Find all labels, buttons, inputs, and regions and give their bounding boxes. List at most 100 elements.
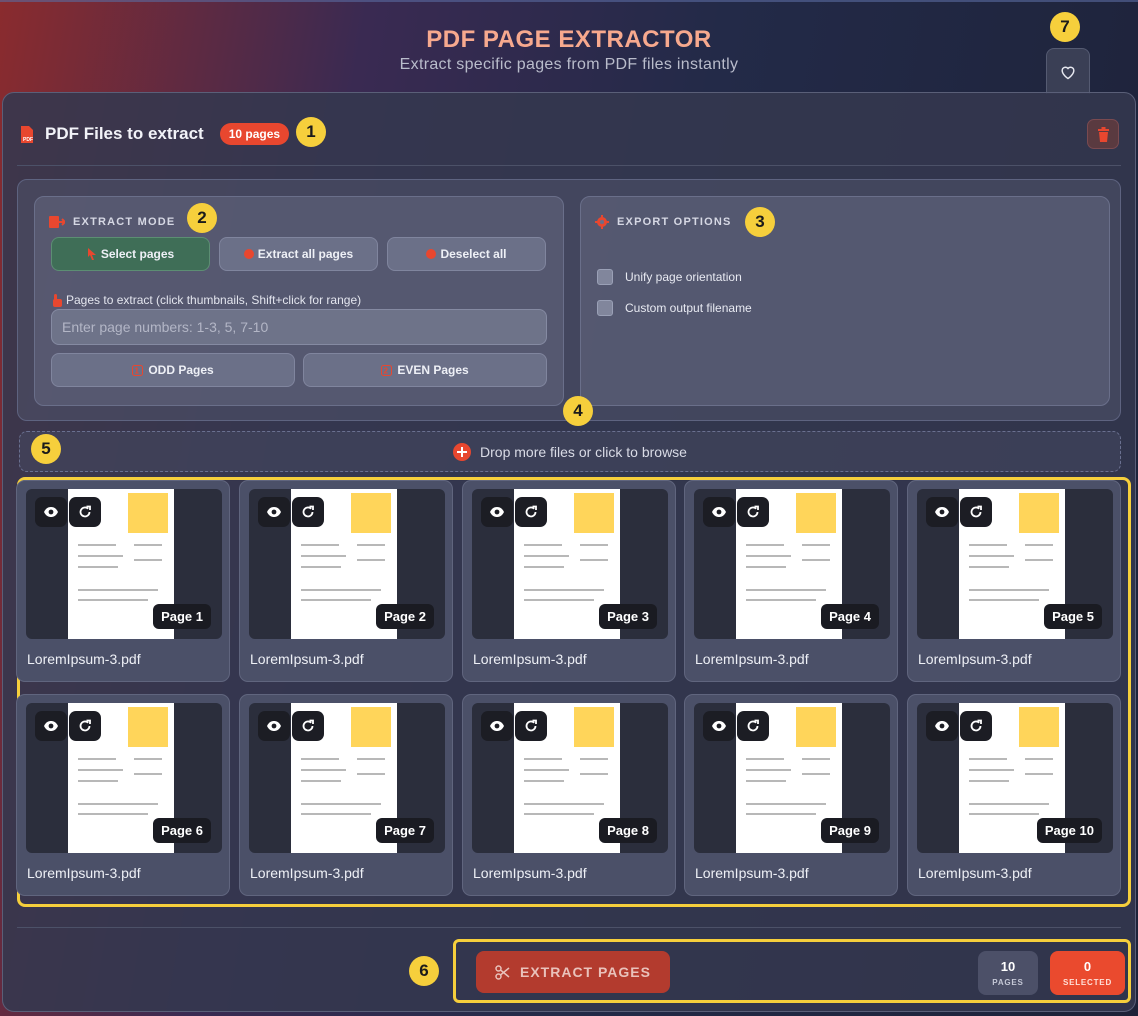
- preview-button[interactable]: [35, 711, 67, 741]
- preview-button[interactable]: [35, 497, 67, 527]
- page-image-line: [524, 758, 562, 760]
- page-preview[interactable]: Page 9: [694, 703, 890, 853]
- page-preview[interactable]: Page 1: [26, 489, 222, 639]
- callout-number: 3: [755, 212, 765, 231]
- page-thumbnail-card[interactable]: Page 4 LoremIpsum-3.pdf: [684, 480, 898, 682]
- page-thumbnail-card[interactable]: Page 1 LoremIpsum-3.pdf: [16, 480, 230, 682]
- preview-button[interactable]: [481, 711, 513, 741]
- unify-orientation-option[interactable]: Unify page orientation: [597, 269, 742, 285]
- page-image-line: [78, 780, 118, 782]
- even-pages-button[interactable]: 2 EVEN Pages: [303, 353, 547, 387]
- page-image-block: [1019, 493, 1059, 533]
- page-image-line: [524, 769, 569, 771]
- export-options-title: EXPORT OPTIONS: [595, 215, 732, 229]
- custom-filename-checkbox[interactable]: [597, 300, 613, 316]
- page-preview[interactable]: Page 4: [694, 489, 890, 639]
- page-image-line: [969, 599, 1039, 601]
- page-preview[interactable]: Page 7: [249, 703, 445, 853]
- stop-icon: [426, 249, 437, 259]
- rotate-icon: [525, 505, 537, 518]
- preview-button[interactable]: [703, 497, 735, 527]
- odd-pages-button[interactable]: 1 ODD Pages: [51, 353, 295, 387]
- select-pages-button[interactable]: Select pages: [51, 237, 210, 271]
- page-image-block: [351, 707, 391, 747]
- preview-button[interactable]: [703, 711, 735, 741]
- rotate-button[interactable]: [69, 711, 101, 741]
- file-dropzone[interactable]: Drop more files or click to browse: [19, 431, 1121, 472]
- app-title: PDF PAGE EXTRACTOR: [426, 26, 712, 53]
- page-preview[interactable]: Page 8: [472, 703, 668, 853]
- page-thumbnail-card[interactable]: Page 8 LoremIpsum-3.pdf: [462, 694, 676, 896]
- preview-button[interactable]: [926, 711, 958, 741]
- page-thumbnail-card[interactable]: Page 2 LoremIpsum-3.pdf: [239, 480, 453, 682]
- page-image-line: [301, 599, 371, 601]
- rotate-button[interactable]: [960, 497, 992, 527]
- rotate-button[interactable]: [737, 711, 769, 741]
- page-preview[interactable]: Page 5: [917, 489, 1113, 639]
- selected-count: 0: [1083, 959, 1092, 974]
- favorite-button[interactable]: [1046, 48, 1090, 94]
- page-image-line: [969, 758, 1007, 760]
- page-image-line: [78, 769, 123, 771]
- extract-pages-button[interactable]: EXTRACT PAGES: [476, 951, 670, 993]
- page-thumbnail-card[interactable]: Page 5 LoremIpsum-3.pdf: [907, 480, 1121, 682]
- rotate-button[interactable]: [960, 711, 992, 741]
- thumbnail-filename: LoremIpsum-3.pdf: [250, 865, 364, 881]
- page-image-line: [134, 773, 162, 775]
- page-thumbnail-card[interactable]: Page 7 LoremIpsum-3.pdf: [239, 694, 453, 896]
- page-image-line: [134, 544, 162, 546]
- pages-label-text: Pages to extract (click thumbnails, Shif…: [66, 293, 362, 307]
- thumbnail-filename: LoremIpsum-3.pdf: [918, 651, 1032, 667]
- page-image-line: [524, 813, 594, 815]
- page-image-block: [796, 493, 836, 533]
- rotate-button[interactable]: [515, 497, 547, 527]
- page-thumbnail-card[interactable]: Page 3 LoremIpsum-3.pdf: [462, 480, 676, 682]
- page-image-block: [574, 493, 614, 533]
- custom-filename-option[interactable]: Custom output filename: [597, 300, 752, 316]
- extract-all-label: Extract all pages: [257, 247, 354, 261]
- page-numbers-input[interactable]: [51, 309, 547, 345]
- page-thumbnail-card[interactable]: Page 6 LoremIpsum-3.pdf: [16, 694, 230, 896]
- preview-button[interactable]: [258, 711, 290, 741]
- top-border: [0, 0, 1138, 2]
- eye-icon: [712, 721, 726, 731]
- page-image-line: [78, 589, 158, 591]
- page-image-line: [357, 773, 385, 775]
- clear-files-button[interactable]: [1087, 119, 1119, 149]
- unify-orientation-label: Unify page orientation: [625, 270, 742, 284]
- page-image-line: [1025, 773, 1053, 775]
- rotate-button[interactable]: [292, 497, 324, 527]
- selected-stat-label: SELECTED: [1062, 978, 1113, 987]
- callout-number: 7: [1060, 17, 1070, 36]
- preview-button[interactable]: [926, 497, 958, 527]
- selected-stat: 0 SELECTED: [1050, 951, 1125, 995]
- page-image-line: [802, 544, 830, 546]
- page-preview[interactable]: Page 2: [249, 489, 445, 639]
- unify-orientation-checkbox[interactable]: [597, 269, 613, 285]
- rotate-icon: [970, 505, 982, 518]
- rotate-button[interactable]: [515, 711, 547, 741]
- page-image-block: [574, 707, 614, 747]
- page-image-line: [746, 599, 816, 601]
- page-thumbnail-card[interactable]: Page 10 LoremIpsum-3.pdf: [907, 694, 1121, 896]
- rotate-button[interactable]: [69, 497, 101, 527]
- page-image-line: [524, 555, 569, 557]
- page-image-line: [969, 566, 1009, 568]
- deselect-all-button[interactable]: Deselect all: [387, 237, 546, 271]
- trash-icon: [1097, 126, 1109, 142]
- preview-button[interactable]: [481, 497, 513, 527]
- odd-pages-icon: 1: [132, 364, 144, 376]
- rotate-button[interactable]: [737, 497, 769, 527]
- files-header: PDF PDF Files to extract 10 pages: [19, 123, 290, 145]
- rotate-button[interactable]: [292, 711, 324, 741]
- page-image-line: [301, 566, 341, 568]
- page-thumbnail-card[interactable]: Page 9 LoremIpsum-3.pdf: [684, 694, 898, 896]
- page-preview[interactable]: Page 6: [26, 703, 222, 853]
- extract-mode-card: EXTRACT MODE Select pages Extract all pa…: [34, 196, 564, 406]
- page-preview[interactable]: Page 3: [472, 489, 668, 639]
- extract-all-button[interactable]: Extract all pages: [219, 237, 378, 271]
- page-image-line: [301, 813, 371, 815]
- page-preview[interactable]: Page 10: [917, 703, 1113, 853]
- page-image-line: [524, 566, 564, 568]
- preview-button[interactable]: [258, 497, 290, 527]
